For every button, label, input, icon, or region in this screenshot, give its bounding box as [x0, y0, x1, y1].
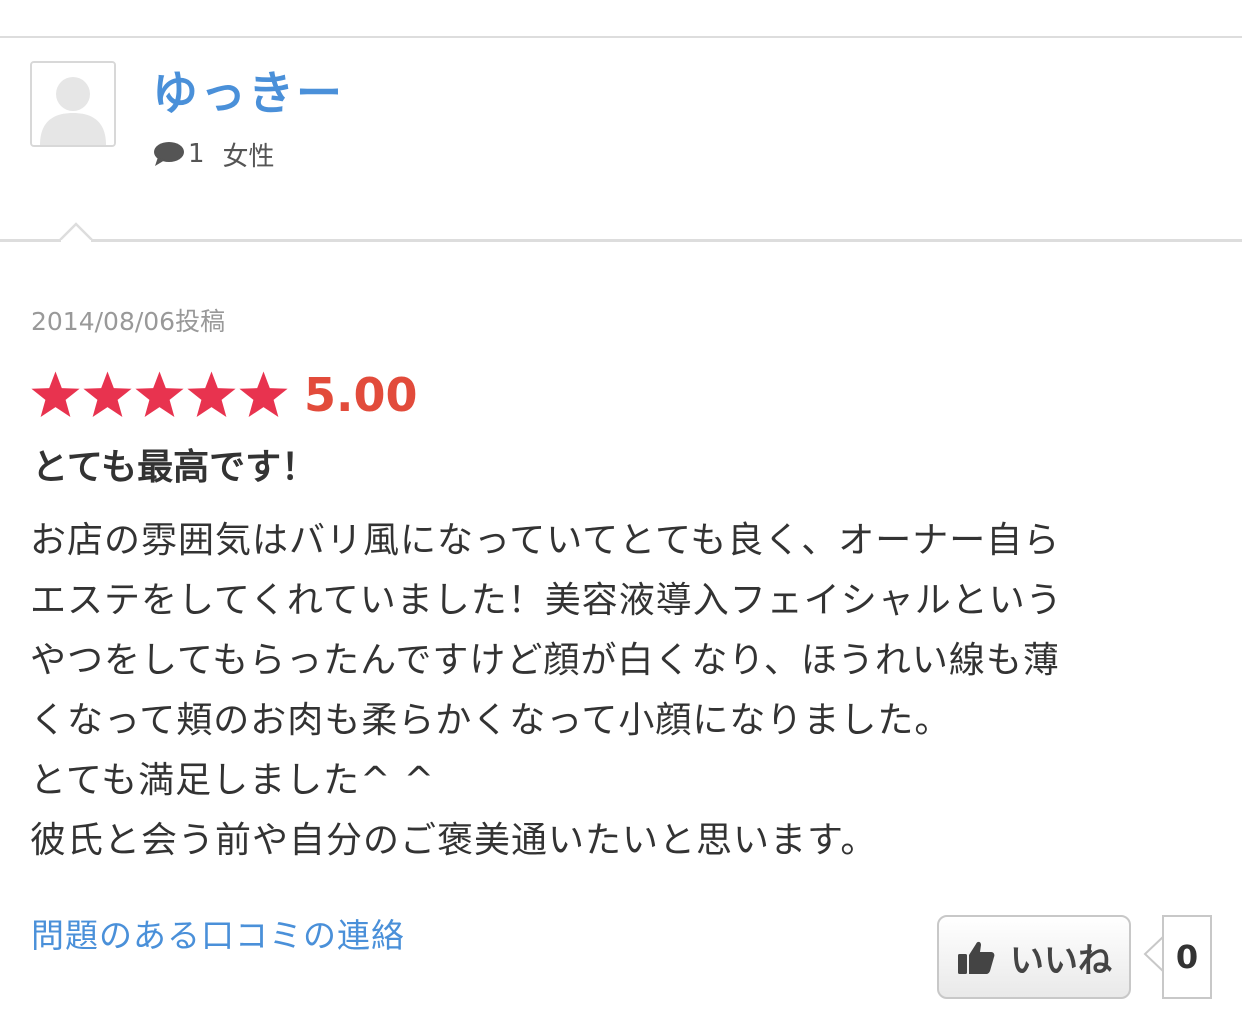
- reviewer-name[interactable]: ゆっきー: [152, 65, 344, 121]
- star-icon: [239, 371, 288, 418]
- post-date: 2014/08/06投稿: [31, 307, 226, 336]
- header-divider: [0, 239, 1242, 242]
- review-text-line: お店の雰囲気はバリ風になっていてとても良く、オーナー自ら: [30, 520, 1061, 561]
- review-text-line: とても満足しました^ ^: [30, 760, 435, 801]
- like-count: 0: [1162, 915, 1212, 999]
- divider-notch-icon: [59, 222, 93, 242]
- comment-count: 1: [188, 139, 205, 169]
- like-button[interactable]: いいね: [937, 915, 1131, 999]
- star-icon: [83, 371, 132, 418]
- star-icon: [135, 371, 184, 418]
- avatar[interactable]: [30, 61, 116, 147]
- review-text-line: くなって頬のお肉も柔らかくなって小顔になりました。: [30, 700, 952, 741]
- stars: [30, 370, 290, 420]
- review-text-line: 彼氏と会う前や自分のご褒美通いたいと思います。: [30, 820, 878, 861]
- like-label: いいね: [1010, 940, 1112, 981]
- review-body: お店の雰囲気はバリ風になっていてとても良く、オーナー自ら エステをしてくれていま…: [30, 511, 1220, 871]
- star-icon: [187, 371, 236, 418]
- report-review-link[interactable]: 問題のある口コミの連絡: [31, 912, 405, 960]
- star-icon: [31, 371, 80, 418]
- review-title: とても最高です！: [32, 447, 318, 488]
- review-text-line: やつをしてもらったんですけど顔が白くなり、ほうれい線も薄: [30, 640, 1060, 681]
- rating-score: 5.00: [304, 368, 418, 422]
- speech-bubble-icon: [154, 142, 184, 166]
- default-user-avatar-icon: [32, 63, 114, 145]
- star-rating: 5.00: [30, 366, 418, 424]
- reviewer-meta: 1 女性: [152, 136, 275, 172]
- thumbs-up-icon: [958, 941, 995, 974]
- review-text-line: エステをしてくれていました！美容液導入フェイシャルという: [30, 580, 1063, 621]
- reviewer-gender: 女性: [222, 141, 275, 172]
